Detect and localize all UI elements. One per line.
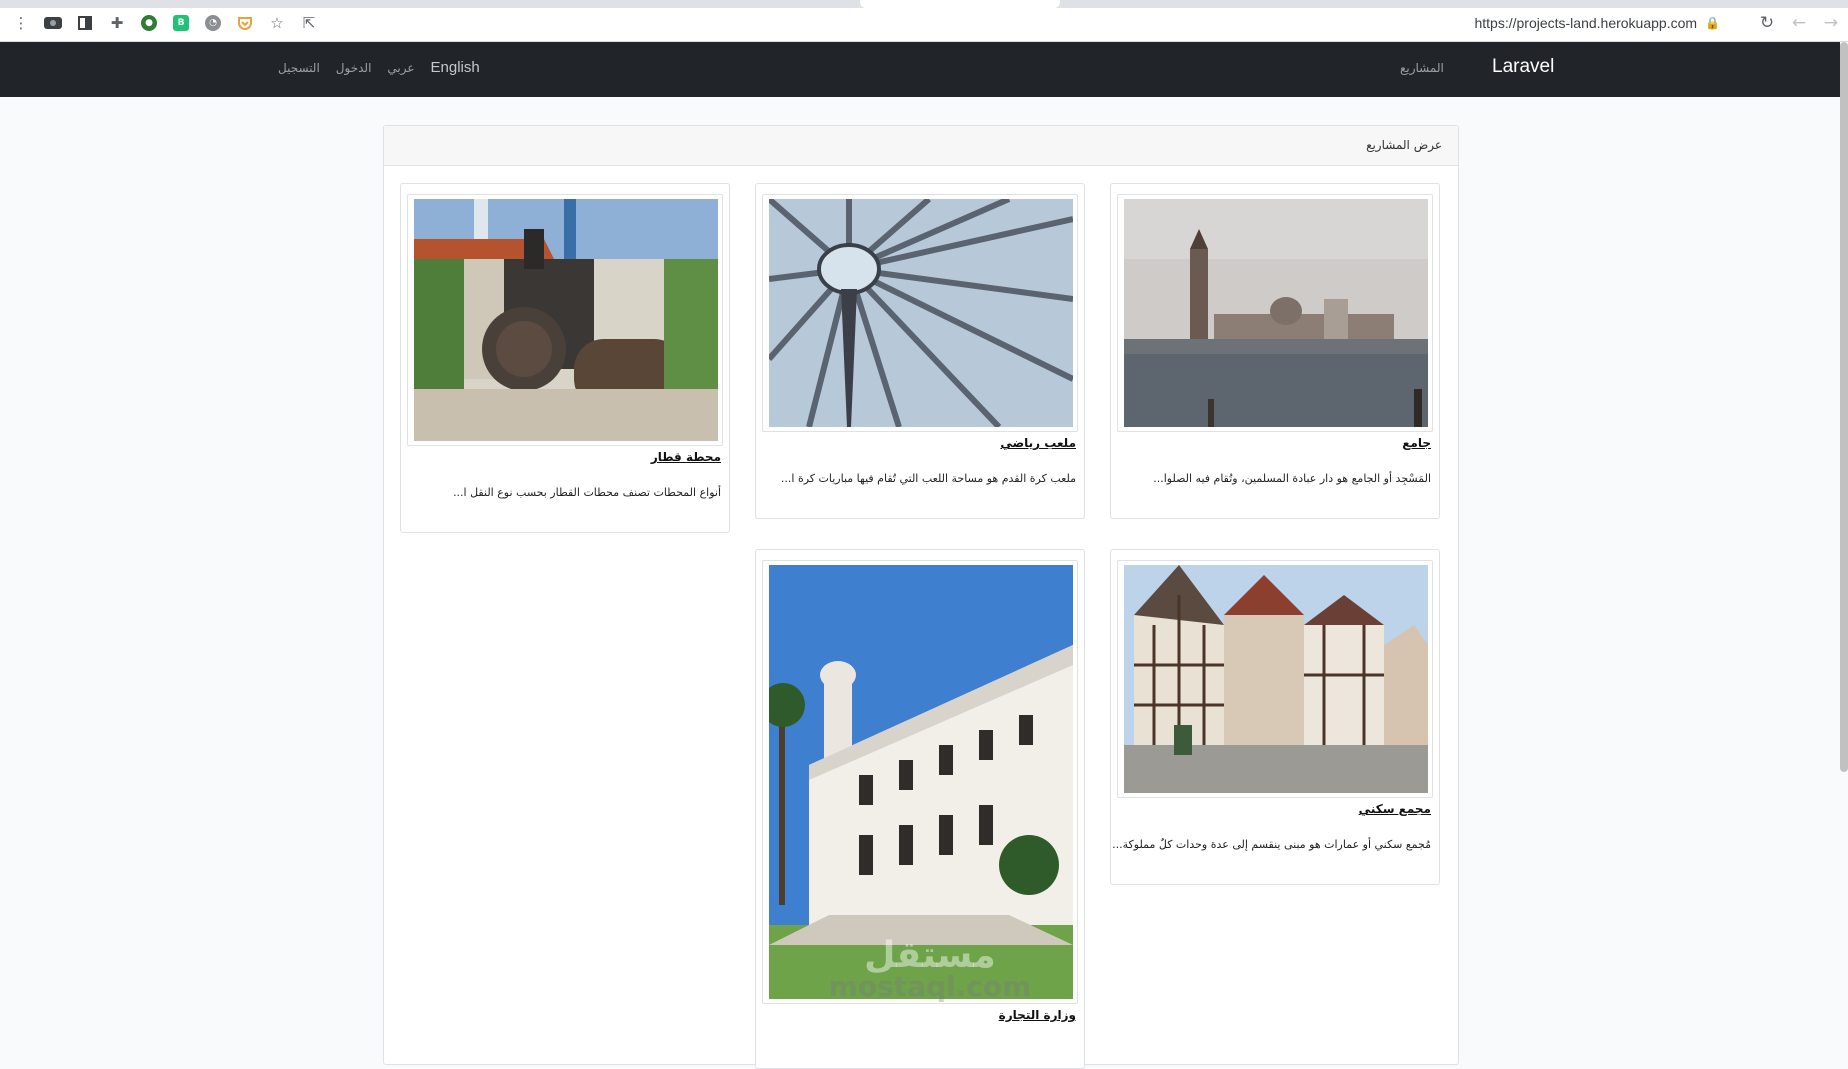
- steam-roller-photo: [412, 199, 718, 441]
- back-arrow-icon[interactable]: ←: [1788, 12, 1810, 34]
- reload-icon[interactable]: ↻: [1756, 12, 1778, 34]
- project-card: محطة قطار أنواع المحطات تصنف محطات القطا…: [400, 183, 730, 533]
- ext-green-icon[interactable]: ●: [138, 12, 160, 34]
- brand-link[interactable]: Laravel: [1492, 56, 1554, 78]
- half-timbered-houses-photo: [1122, 565, 1428, 793]
- ext-b-icon[interactable]: B: [170, 12, 192, 34]
- forward-arrow-icon[interactable]: →: [1820, 12, 1842, 34]
- project-thumbnail[interactable]: [407, 194, 723, 446]
- nav-buttons: ↻ ← →: [1756, 12, 1842, 34]
- project-title[interactable]: مجمع سكني: [1111, 798, 1439, 816]
- project-description: مُجمع سكني أو عمارات هو مبنى ينقسم إلى ع…: [1112, 838, 1431, 851]
- project-title[interactable]: وزارة التجارة: [756, 1004, 1084, 1022]
- project-card: وزارة التجارة: [755, 549, 1085, 1069]
- screenshot-icon[interactable]: [42, 12, 64, 34]
- arabic-lang-link[interactable]: عربي: [387, 61, 414, 75]
- project-thumbnail[interactable]: [1117, 560, 1433, 798]
- project-description: ملعب كرة القدم هو مساحة اللعب التي تُقام…: [780, 472, 1076, 485]
- star-icon[interactable]: ☆: [266, 12, 288, 34]
- project-title[interactable]: ملعب رياضي: [756, 432, 1084, 450]
- lock-icon[interactable]: 🔒: [1705, 16, 1720, 30]
- page-scrollbar[interactable]: [1840, 42, 1848, 772]
- english-lang-link[interactable]: English: [431, 59, 480, 76]
- project-description: [756, 1022, 1084, 1044]
- browser-toolbar: ⋮ ✚ ● B ◔ ☆ ⇱ https://projects-land.hero…: [0, 0, 1848, 42]
- project-description: أنواع المحطات تصنف محطات القطار بحسب نوع…: [453, 486, 721, 499]
- menu-dots-icon[interactable]: ⋮: [10, 12, 32, 34]
- login-link[interactable]: الدخول: [336, 61, 372, 75]
- active-tab[interactable]: [860, 0, 1060, 8]
- white-building-photo: [767, 565, 1073, 999]
- project-card: ملعب رياضي ملعب كرة القدم هو مساحة اللعب…: [755, 183, 1085, 519]
- stadium-roof-photo: [767, 199, 1073, 427]
- project-thumbnail[interactable]: [762, 194, 1078, 432]
- register-link[interactable]: التسجيل: [278, 61, 320, 75]
- site-navbar: Laravel المشاريع التسجيل الدخول عربي Eng…: [0, 42, 1840, 97]
- side-panel-icon[interactable]: [74, 12, 96, 34]
- nav-auth-links: التسجيل الدخول عربي English: [278, 59, 480, 76]
- url-text[interactable]: https://projects-land.herokuapp.com: [1474, 15, 1697, 31]
- project-title[interactable]: محطة قطار: [401, 446, 729, 464]
- nav-projects-link[interactable]: المشاريع: [1400, 61, 1444, 75]
- project-card: مجمع سكني مُجمع سكني أو عمارات هو مبنى ي…: [1110, 549, 1440, 885]
- project-card: جامع المَسْجِد أو الجامع هو دار عبادة ال…: [1110, 183, 1440, 519]
- extensions-icon[interactable]: ✚: [106, 12, 128, 34]
- share-icon[interactable]: ⇱: [298, 12, 320, 34]
- tab-strip: [0, 0, 1848, 8]
- project-title[interactable]: جامع: [1111, 432, 1439, 450]
- toolbar-icons: ⋮ ✚ ● B ◔ ☆ ⇱: [10, 12, 320, 34]
- pocket-icon[interactable]: [234, 12, 256, 34]
- project-thumbnail[interactable]: [1117, 194, 1433, 432]
- projects-card: عرض المشاريع جامع المَسْجِد أو الجامع هو…: [383, 125, 1459, 1069]
- project-description: المَسْجِد أو الجامع هو دار عبادة المسلمي…: [1153, 472, 1431, 485]
- project-thumbnail[interactable]: [762, 560, 1078, 1004]
- card-header: عرض المشاريع: [384, 126, 1458, 166]
- address-bar[interactable]: https://projects-land.herokuapp.com 🔒: [1380, 10, 1720, 36]
- ext-pumpkin-icon[interactable]: ◔: [202, 12, 224, 34]
- venice-church-photo: [1122, 199, 1428, 427]
